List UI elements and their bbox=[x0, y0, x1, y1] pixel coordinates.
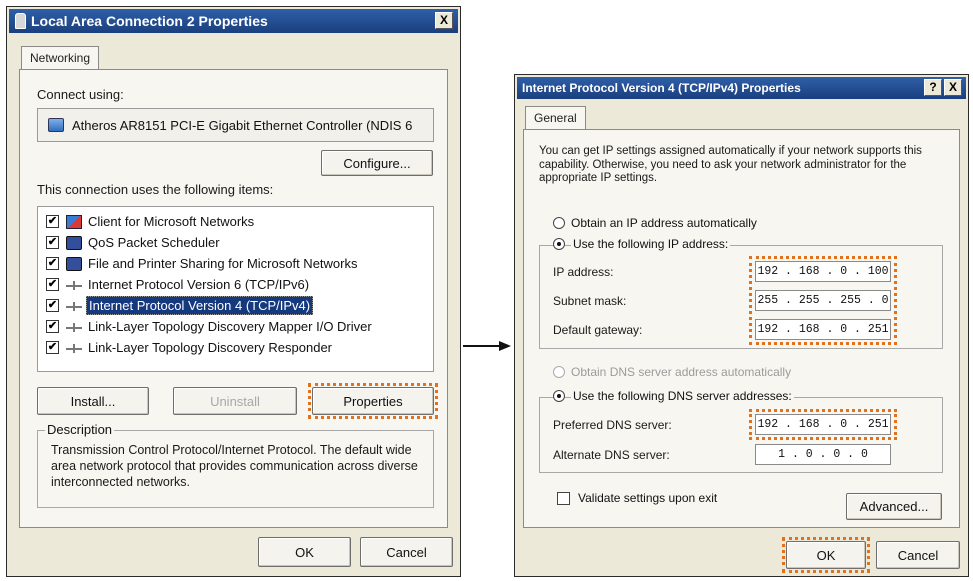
use-following-dns-label: Use the following DNS server addresses: bbox=[571, 389, 794, 403]
item-checkbox[interactable]: ✔ bbox=[46, 299, 59, 312]
item-checkbox[interactable]: ✔ bbox=[46, 320, 59, 333]
lac-title: Local Area Connection 2 Properties bbox=[31, 13, 268, 29]
item-label: Internet Protocol Version 4 (TCP/IPv4) bbox=[86, 296, 314, 315]
description-title: Description bbox=[45, 422, 115, 437]
close-icon[interactable]: X bbox=[944, 79, 962, 96]
list-item[interactable]: ✔ Client for Microsoft Networks bbox=[38, 211, 433, 232]
advanced-button[interactable]: Advanced... bbox=[846, 493, 942, 520]
uninstall-button[interactable]: Uninstall bbox=[173, 387, 297, 415]
tab-general[interactable]: General bbox=[525, 106, 586, 130]
preferred-dns-input[interactable]: 192 . 168 . 0 . 251 bbox=[755, 414, 891, 435]
ip-address-label: IP address: bbox=[553, 265, 614, 279]
ok-button[interactable]: OK bbox=[258, 537, 351, 567]
obtain-ip-auto-radio[interactable]: Obtain an IP address automatically bbox=[553, 216, 757, 230]
subnet-mask-input[interactable]: 255 . 255 . 255 . 0 bbox=[755, 290, 891, 311]
item-label: Client for Microsoft Networks bbox=[88, 214, 255, 229]
item-checkbox[interactable]: ✔ bbox=[46, 236, 59, 249]
cancel-button[interactable]: Cancel bbox=[876, 541, 960, 569]
alternate-dns-label: Alternate DNS server: bbox=[553, 448, 670, 462]
item-checkbox[interactable]: ✔ bbox=[46, 278, 59, 291]
install-button[interactable]: Install... bbox=[37, 387, 149, 415]
tab-networking[interactable]: Networking bbox=[21, 46, 100, 70]
network-protocol-icon bbox=[66, 341, 82, 355]
validate-settings-checkbox[interactable]: Validate settings upon exit bbox=[557, 491, 717, 505]
close-icon[interactable]: X bbox=[435, 12, 453, 29]
item-checkbox[interactable]: ✔ bbox=[46, 257, 59, 270]
connection-items-list: ✔ Client for Microsoft Networks ✔ QoS Pa… bbox=[37, 206, 434, 372]
use-following-ip-radio[interactable]: Use the following IP address: bbox=[553, 237, 731, 251]
obtain-dns-auto-radio[interactable]: Obtain DNS server address automatically bbox=[553, 365, 791, 379]
network-adapter-icon bbox=[48, 118, 64, 132]
radio-button-disabled[interactable] bbox=[553, 366, 565, 378]
validate-settings-label: Validate settings upon exit bbox=[578, 491, 718, 505]
network-protocol-icon bbox=[66, 299, 82, 313]
subnet-mask-label: Subnet mask: bbox=[553, 294, 627, 308]
list-item[interactable]: ✔ Internet Protocol Version 6 (TCP/IPv6) bbox=[38, 274, 433, 295]
radio-button-selected[interactable] bbox=[553, 238, 565, 250]
item-label: File and Printer Sharing for Microsoft N… bbox=[88, 256, 358, 271]
item-label: Link-Layer Topology Discovery Mapper I/O… bbox=[88, 319, 372, 334]
network-client-icon bbox=[66, 214, 82, 229]
item-label: Internet Protocol Version 6 (TCP/IPv6) bbox=[88, 277, 310, 292]
ip-address-input[interactable]: 192 . 168 . 0 . 100 bbox=[755, 261, 891, 282]
properties-button[interactable]: Properties bbox=[312, 387, 434, 415]
alternate-dns-input[interactable]: 1 . 0 . 0 . 0 bbox=[755, 444, 891, 465]
use-following-dns-radio[interactable]: Use the following DNS server addresses: bbox=[553, 389, 794, 403]
default-gateway-input[interactable]: 192 . 168 . 0 . 251 bbox=[755, 319, 891, 340]
default-gateway-label: Default gateway: bbox=[553, 323, 643, 337]
obtain-ip-auto-label: Obtain an IP address automatically bbox=[571, 216, 757, 230]
intro-text: You can get IP settings assigned automat… bbox=[539, 145, 922, 184]
use-following-ip-label: Use the following IP address: bbox=[571, 237, 731, 251]
radio-button[interactable] bbox=[553, 217, 565, 229]
list-item[interactable]: ✔ Link-Layer Topology Discovery Mapper I… bbox=[38, 316, 433, 337]
ipv4-properties-dialog: Internet Protocol Version 4 (TCP/IPv4) P… bbox=[514, 74, 969, 577]
adapter-field: Atheros AR8151 PCI-E Gigabit Ethernet Co… bbox=[37, 108, 434, 142]
list-item[interactable]: ✔ Link-Layer Topology Discovery Responde… bbox=[38, 337, 433, 358]
adapter-name: Atheros AR8151 PCI-E Gigabit Ethernet Co… bbox=[72, 117, 413, 133]
description-text: Transmission Control Protocol/Internet P… bbox=[51, 443, 418, 489]
connect-using-label: Connect using: bbox=[37, 87, 124, 102]
network-service-icon bbox=[66, 256, 82, 271]
item-checkbox[interactable]: ✔ bbox=[46, 341, 59, 354]
radio-button-selected[interactable] bbox=[553, 390, 565, 402]
list-item-selected[interactable]: ✔ Internet Protocol Version 4 (TCP/IPv4) bbox=[38, 295, 433, 316]
arrow-right-icon bbox=[463, 341, 511, 351]
list-item[interactable]: ✔ QoS Packet Scheduler bbox=[38, 232, 433, 253]
network-protocol-icon bbox=[66, 278, 82, 292]
help-icon[interactable]: ? bbox=[924, 79, 942, 96]
cancel-button[interactable]: Cancel bbox=[360, 537, 453, 567]
ok-button[interactable]: OK bbox=[786, 541, 866, 569]
network-protocol-icon bbox=[66, 320, 82, 334]
item-label: QoS Packet Scheduler bbox=[88, 235, 220, 250]
network-connection-icon bbox=[15, 13, 26, 29]
item-checkbox[interactable]: ✔ bbox=[46, 215, 59, 228]
ipv4-title: Internet Protocol Version 4 (TCP/IPv4) P… bbox=[522, 81, 801, 95]
local-area-connection-properties-dialog: Local Area Connection 2 Properties X Net… bbox=[6, 6, 461, 577]
list-item[interactable]: ✔ File and Printer Sharing for Microsoft… bbox=[38, 253, 433, 274]
ipv4-titlebar[interactable]: Internet Protocol Version 4 (TCP/IPv4) P… bbox=[517, 77, 966, 99]
checkbox[interactable] bbox=[557, 491, 570, 505]
preferred-dns-label: Preferred DNS server: bbox=[553, 418, 672, 432]
obtain-dns-auto-label: Obtain DNS server address automatically bbox=[571, 365, 792, 379]
items-label: This connection uses the following items… bbox=[37, 182, 274, 197]
lac-titlebar[interactable]: Local Area Connection 2 Properties X bbox=[9, 9, 458, 33]
network-service-icon bbox=[66, 235, 82, 250]
configure-button[interactable]: Configure... bbox=[321, 150, 433, 176]
item-label: Link-Layer Topology Discovery Responder bbox=[88, 340, 332, 355]
